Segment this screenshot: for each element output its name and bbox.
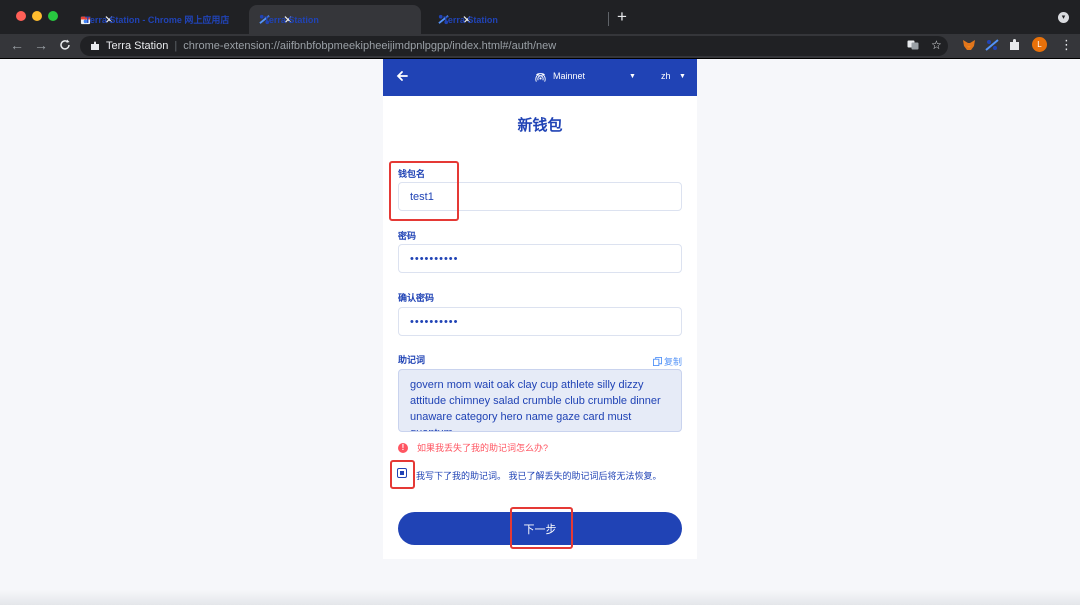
page-title: 新钱包: [517, 117, 563, 134]
tab-title: Terra Station - Chrome 网上应用店: [85, 15, 230, 25]
window-minimize-button[interactable]: [32, 11, 42, 21]
network-selector[interactable]: Mainnet: [553, 71, 585, 81]
browser-tab[interactable]: Terra Station ✕: [428, 5, 600, 34]
tab-title: Terra Station: [264, 14, 319, 25]
extensions-puzzle-icon[interactable]: [1008, 38, 1022, 52]
url-text: chrome-extension://aiifbnbfobpmeekipheei…: [183, 40, 557, 52]
browser-tab[interactable]: Terra Station - Chrome 网上应用店 ✕: [70, 5, 242, 34]
annotation-box-next-button: [510, 507, 573, 549]
warning-text: 如果我丢失了我的助记词怎么办?: [417, 443, 549, 453]
reload-icon[interactable]: [59, 39, 71, 51]
bookmark-star-icon[interactable]: ☆: [931, 39, 942, 51]
extension-puzzle-icon: [91, 41, 99, 50]
lost-mnemonic-warning[interactable]: ! 如果我丢失了我的助记词怎么办?: [398, 441, 548, 454]
confirm-password-input[interactable]: ••••••••••: [398, 307, 682, 336]
terra-station-extension-icon[interactable]: [985, 38, 999, 52]
window-zoom-button[interactable]: [48, 11, 58, 21]
tab-title: Terra Station: [443, 14, 498, 25]
chevron-down-icon[interactable]: ▼: [679, 73, 686, 80]
password-label: 密码: [398, 231, 417, 241]
page-background: Mainnet ▼ zh ▼ 新钱包 钱包名 test1 密码 ••••••••…: [0, 59, 1080, 605]
site-name: Terra Station: [106, 40, 169, 52]
new-tab-icon[interactable]: +: [617, 8, 627, 25]
back-arrow-icon[interactable]: ←: [10, 36, 24, 54]
address-bar[interactable]: Terra Station | chrome-extension://aiifb…: [80, 36, 948, 56]
tab-search-icon[interactable]: ▾: [1058, 12, 1069, 23]
profile-avatar[interactable]: L: [1032, 37, 1047, 52]
copy-label: 复制: [664, 357, 683, 367]
app-header: Mainnet ▼ zh ▼: [383, 59, 697, 96]
chevron-down-icon[interactable]: ▼: [629, 73, 636, 80]
alert-icon: !: [398, 442, 408, 453]
browser-toolbar: ← → Terra Station | chrome-extension://a…: [0, 34, 1080, 59]
browser-tab-active[interactable]: Terra Station ✕: [249, 5, 421, 34]
window-bottom-edge: [0, 590, 1080, 605]
metamask-fox-icon[interactable]: [962, 38, 976, 52]
annotation-box-checkbox: [390, 460, 415, 489]
forward-arrow-icon[interactable]: →: [34, 36, 48, 54]
browser-menu-icon[interactable]: ⋮: [1060, 38, 1073, 51]
translate-icon[interactable]: [907, 39, 919, 51]
annotation-box-wallet-name: [389, 161, 459, 221]
copy-icon: [653, 357, 662, 366]
omnibox-divider: |: [174, 40, 178, 52]
mnemonic-textarea[interactable]: govern mom wait oak clay cup athlete sil…: [398, 369, 682, 432]
password-input[interactable]: ••••••••••: [398, 244, 682, 273]
back-arrow-icon[interactable]: [395, 69, 409, 83]
network-signal-icon: [535, 73, 546, 82]
browser-tab-strip: Terra Station - Chrome 网上应用店 ✕ Terra Sta…: [0, 0, 1080, 34]
wallet-panel: Mainnet ▼ zh ▼ 新钱包 钱包名 test1 密码 ••••••••…: [383, 59, 697, 559]
mnemonic-label: 助记词: [398, 355, 426, 365]
language-selector[interactable]: zh: [661, 71, 671, 81]
checkbox-label[interactable]: 我写下了我的助记词。 我已了解丢失的助记词后将无法恢复。: [416, 469, 662, 482]
copy-mnemonic-button[interactable]: 复制: [653, 355, 682, 368]
tab-separator: [608, 12, 609, 26]
window-close-button[interactable]: [16, 11, 26, 21]
confirm-password-label: 确认密码: [398, 293, 435, 303]
